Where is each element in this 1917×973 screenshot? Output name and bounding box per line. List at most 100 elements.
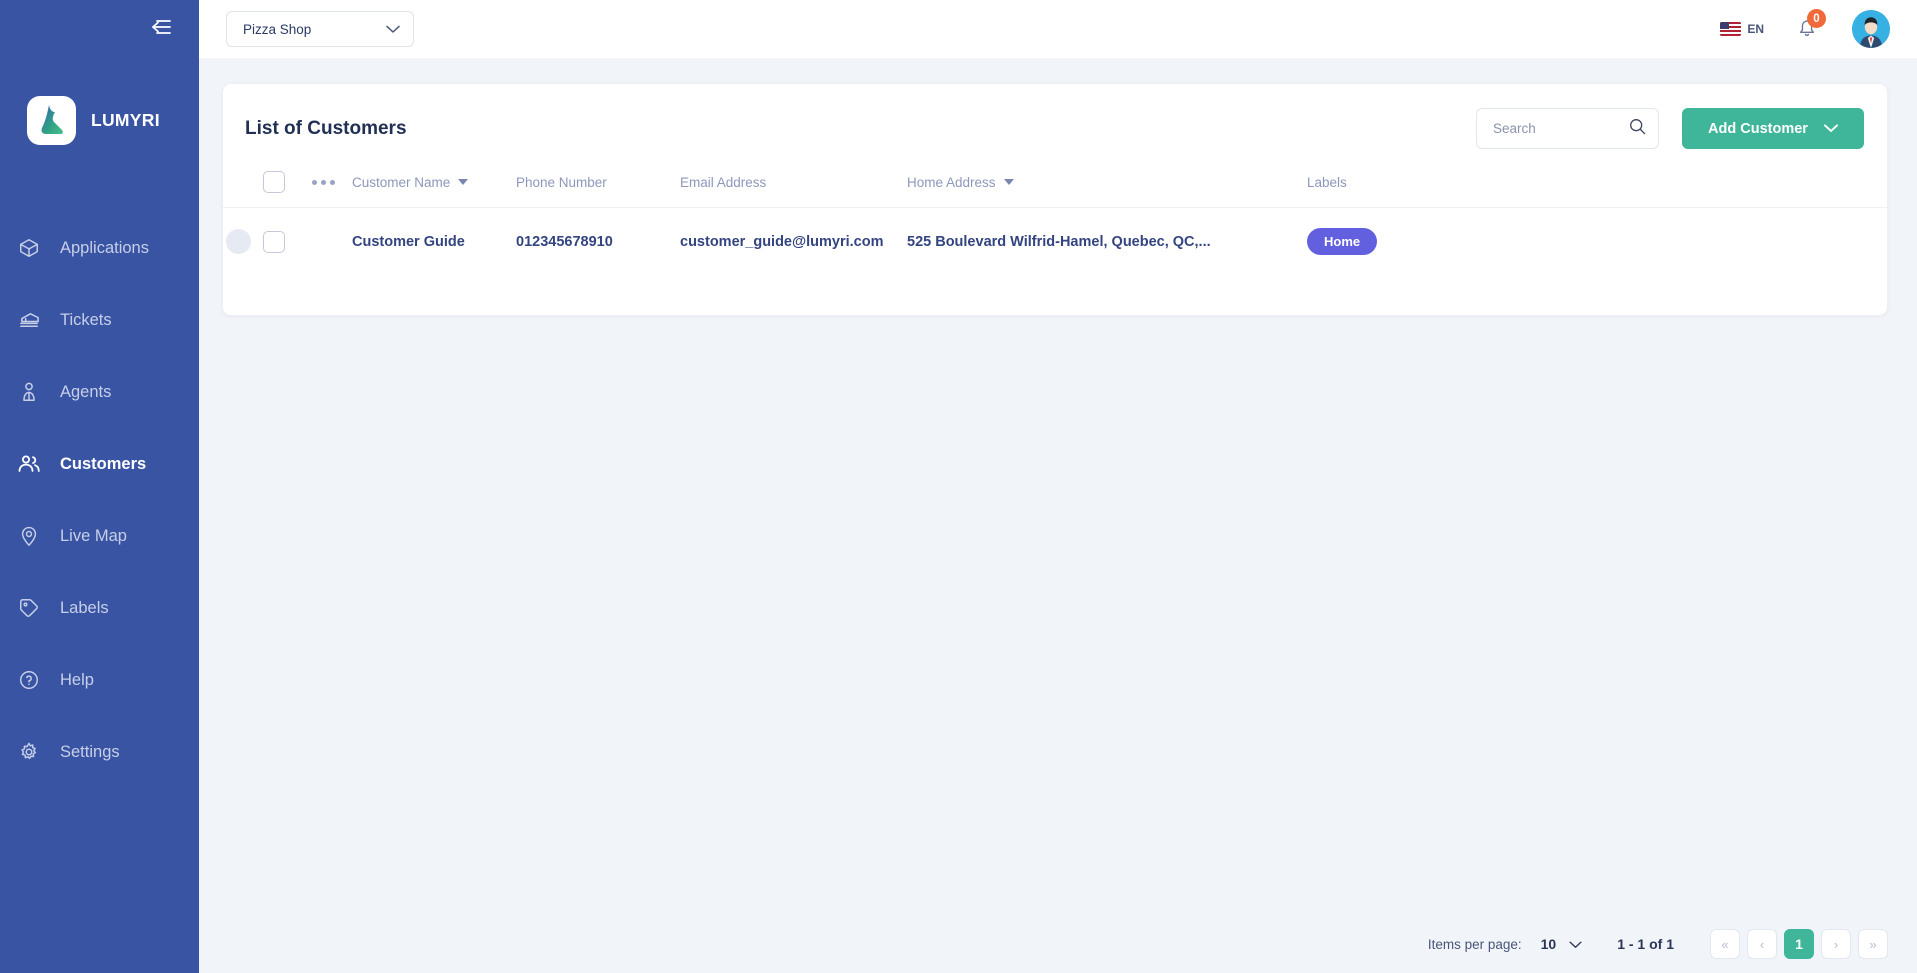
tag-icon — [16, 595, 42, 621]
sidebar-item-help[interactable]: Help — [0, 644, 199, 716]
pagination-buttons: « ‹ 1 › » — [1710, 929, 1888, 959]
expand-row-button[interactable] — [226, 229, 251, 254]
column-options-icon[interactable] — [312, 179, 352, 185]
sidebar-item-customers[interactable]: Customers — [0, 428, 199, 500]
sidebar-item-label: Agents — [60, 382, 112, 401]
header-label: Customer Name — [352, 174, 451, 190]
sidebar-item-labels[interactable]: Labels — [0, 572, 199, 644]
card-actions: Add Customer — [1476, 108, 1864, 149]
cell-spacer — [312, 208, 352, 276]
sidebar-item-settings[interactable]: Settings — [0, 716, 199, 788]
header-expand — [223, 171, 263, 208]
header-label: Phone Number — [516, 174, 607, 190]
topbar: Pizza Shop EN 0 — [199, 0, 1917, 58]
table-header-row: Customer Name Phone Number Email Address — [223, 171, 1887, 208]
avatar[interactable] — [1852, 10, 1890, 48]
language-selector[interactable]: EN — [1720, 22, 1792, 36]
language-label: EN — [1747, 22, 1764, 36]
notification-count-badge: 0 — [1807, 9, 1826, 28]
prev-page-button[interactable]: ‹ — [1747, 929, 1777, 959]
sidebar-item-label: Help — [60, 670, 94, 689]
header-select-all — [263, 171, 312, 208]
ticket-icon — [16, 307, 42, 333]
items-per-page-label: Items per page: — [1427, 936, 1522, 952]
cell-customer-name: Customer Guide — [352, 233, 465, 250]
gear-icon — [16, 739, 42, 765]
pagination-range: 1 - 1 of 1 — [1617, 936, 1674, 952]
sidebar-item-live-map[interactable]: Live Map — [0, 500, 199, 572]
question-circle-icon — [16, 667, 42, 693]
shop-selector-value: Pizza Shop — [243, 21, 312, 37]
notifications-button[interactable]: 0 — [1792, 9, 1826, 44]
header-phone-number[interactable]: Phone Number — [516, 171, 680, 208]
us-flag-icon — [1720, 22, 1742, 36]
collapse-menu-icon[interactable] — [143, 14, 173, 40]
chevron-down-icon — [1824, 121, 1838, 137]
header-customer-name[interactable]: Customer Name — [352, 171, 516, 208]
cell-phone-number: 012345678910 — [516, 233, 613, 250]
cell-select — [263, 208, 312, 276]
caret-down-icon — [458, 179, 469, 185]
sidebar: LUMYRI Applications Tickets Agents Custo… — [0, 0, 199, 973]
agent-icon — [16, 379, 42, 405]
sidebar-item-label: Customers — [60, 454, 147, 473]
sidebar-nav: Applications Tickets Agents Customers Li… — [0, 212, 199, 788]
map-pin-icon — [16, 523, 42, 549]
cell-home-address: 525 Boulevard Wilfrid-Hamel, Quebec, QC,… — [907, 233, 1211, 250]
header-email-address[interactable]: Email Address — [680, 171, 907, 208]
items-per-page-selector[interactable]: 10 — [1541, 936, 1583, 952]
header-label: Email Address — [680, 174, 767, 190]
search-icon[interactable] — [1629, 118, 1646, 140]
last-page-button[interactable]: » — [1858, 929, 1888, 959]
row-checkbox[interactable] — [263, 230, 285, 253]
chevron-down-icon — [386, 25, 400, 34]
chevron-right-icon — [234, 235, 243, 248]
table-row[interactable]: Customer Guide 012345678910 customer_gui… — [223, 208, 1887, 276]
sidebar-item-applications[interactable]: Applications — [0, 212, 199, 284]
chevron-down-icon — [1569, 936, 1582, 952]
sidebar-item-label: Live Map — [60, 526, 127, 545]
caret-down-icon — [1003, 179, 1014, 185]
main-area: Pizza Shop EN 0 List of Customers Search… — [199, 0, 1917, 973]
cell-labels: Home — [1307, 208, 1887, 276]
app-root: LUMYRI Applications Tickets Agents Custo… — [0, 0, 1917, 973]
page-1-button[interactable]: 1 — [1784, 929, 1814, 959]
next-page-button[interactable]: › — [1821, 929, 1851, 959]
search-input[interactable] — [1493, 121, 1629, 136]
header-label: Labels — [1307, 174, 1347, 190]
topbar-right: EN 0 — [1720, 9, 1890, 48]
card-header: List of Customers A — [223, 84, 1887, 171]
brand-name: LUMYRI — [91, 109, 160, 130]
cell-email-address: customer_guide@lumyri.com — [680, 233, 884, 250]
items-per-page-value: 10 — [1540, 936, 1557, 952]
add-customer-button[interactable]: Add Customer — [1682, 108, 1864, 149]
sidebar-item-label: Settings — [60, 742, 120, 761]
content: List of Customers A — [199, 58, 1917, 973]
header-options — [312, 171, 352, 208]
sidebar-item-agents[interactable]: Agents — [0, 356, 199, 428]
brand-logo-icon — [27, 95, 76, 145]
customers-table: Customer Name Phone Number Email Address — [223, 171, 1887, 275]
status-badge: Home — [1307, 228, 1378, 255]
search-box[interactable] — [1476, 108, 1659, 149]
page-title: List of Customers — [245, 117, 407, 139]
first-page-button[interactable]: « — [1710, 929, 1740, 959]
header-label: Home Address — [907, 174, 996, 190]
shop-selector[interactable]: Pizza Shop — [226, 11, 414, 47]
table-head: Customer Name Phone Number Email Address — [223, 171, 1887, 208]
customers-card: List of Customers A — [222, 83, 1888, 316]
add-customer-label: Add Customer — [1708, 120, 1808, 137]
sidebar-item-label: Labels — [60, 598, 109, 617]
header-home-address[interactable]: Home Address — [907, 171, 1307, 208]
table-body: Customer Guide 012345678910 customer_gui… — [223, 208, 1887, 276]
header-labels[interactable]: Labels — [1307, 171, 1887, 208]
sidebar-item-tickets[interactable]: Tickets — [0, 284, 199, 356]
brand: LUMYRI — [0, 90, 199, 150]
pagination: Items per page: 10 1 - 1 of 1 « ‹ 1 › » — [1428, 915, 1888, 973]
users-icon — [16, 451, 42, 477]
select-all-checkbox[interactable] — [263, 171, 285, 193]
sidebar-item-label: Applications — [60, 238, 149, 257]
sidebar-item-label: Tickets — [60, 310, 112, 329]
box-icon — [16, 235, 42, 261]
cell-expand — [223, 208, 263, 276]
